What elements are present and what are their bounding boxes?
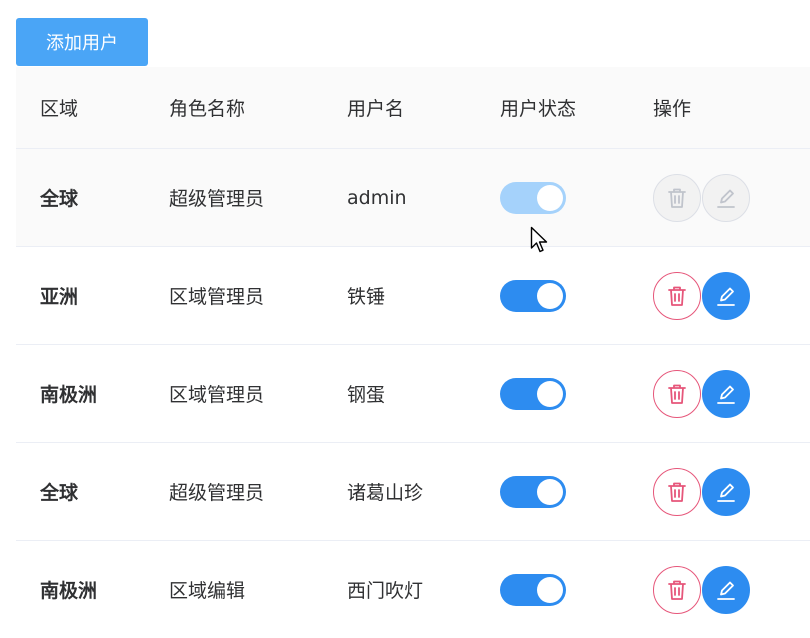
action-buttons xyxy=(653,369,750,418)
actions-cell xyxy=(653,443,750,540)
pencil-icon xyxy=(717,581,735,600)
table-header: 区域 角色名称 用户名 用户状态 操作 xyxy=(16,67,810,149)
column-header-role: 角色名称 xyxy=(169,98,246,120)
status-toggle[interactable] xyxy=(500,279,566,312)
region-cell: 全球 xyxy=(40,482,79,504)
region-cell: 南极洲 xyxy=(40,384,98,406)
pencil-icon xyxy=(717,385,735,404)
status-toggle[interactable] xyxy=(500,181,566,214)
trash-icon xyxy=(668,580,686,600)
delete-button[interactable] xyxy=(653,271,701,320)
status-toggle[interactable] xyxy=(500,377,566,410)
pencil-icon xyxy=(717,189,735,208)
role-cell: 区域编辑 xyxy=(169,580,246,602)
toggle-knob xyxy=(537,380,563,407)
region-cell: 亚洲 xyxy=(40,286,79,308)
trash-icon xyxy=(668,482,686,502)
status-cell xyxy=(500,541,566,638)
table-row: 南极洲 区域管理员 钢蛋 xyxy=(16,345,810,443)
pencil-icon xyxy=(717,483,735,502)
toggle-knob xyxy=(537,184,563,211)
delete-button[interactable] xyxy=(653,565,701,614)
table-row: 全球 超级管理员 admin xyxy=(16,149,810,247)
actions-cell xyxy=(653,541,750,638)
column-header-actions: 操作 xyxy=(653,98,692,120)
status-cell xyxy=(500,345,566,442)
region-cell: 全球 xyxy=(40,188,79,210)
column-header-status: 用户状态 xyxy=(500,98,577,120)
delete-button[interactable] xyxy=(653,173,701,222)
actions-cell xyxy=(653,345,750,442)
toggle-knob xyxy=(537,282,563,309)
trash-icon xyxy=(668,384,686,404)
trash-icon xyxy=(668,188,686,208)
edit-button[interactable] xyxy=(702,369,750,418)
action-buttons xyxy=(653,271,750,320)
role-cell: 区域管理员 xyxy=(169,384,265,406)
region-cell: 南极洲 xyxy=(40,580,98,602)
table-row: 亚洲 区域管理员 铁锤 xyxy=(16,247,810,345)
column-header-region: 区域 xyxy=(40,98,79,120)
mouse-pointer-icon xyxy=(530,226,548,253)
edit-button[interactable] xyxy=(702,467,750,516)
actions-cell xyxy=(653,247,750,344)
column-header-username: 用户名 xyxy=(347,98,405,120)
toggle-knob xyxy=(537,478,563,505)
delete-button[interactable] xyxy=(653,369,701,418)
username-cell: 诸葛山珍 xyxy=(347,482,424,504)
status-toggle[interactable] xyxy=(500,475,566,508)
edit-button[interactable] xyxy=(702,271,750,320)
role-cell: 超级管理员 xyxy=(169,482,265,504)
status-toggle[interactable] xyxy=(500,573,566,606)
user-table: 区域 角色名称 用户名 用户状态 操作 全球 超级管理员 admin 亚洲 区域… xyxy=(16,67,810,638)
toggle-knob xyxy=(537,576,563,603)
username-cell: 铁锤 xyxy=(347,286,386,308)
action-buttons xyxy=(653,467,750,516)
table-row: 全球 超级管理员 诸葛山珍 xyxy=(16,443,810,541)
username-cell: 西门吹灯 xyxy=(347,580,424,602)
table-row: 南极洲 区域编辑 西门吹灯 xyxy=(16,541,810,638)
delete-button[interactable] xyxy=(653,467,701,516)
status-cell xyxy=(500,443,566,540)
edit-button[interactable] xyxy=(702,173,750,222)
actions-cell xyxy=(653,149,750,246)
role-cell: 超级管理员 xyxy=(169,188,265,210)
action-buttons xyxy=(653,565,750,614)
edit-button[interactable] xyxy=(702,565,750,614)
role-cell: 区域管理员 xyxy=(169,286,265,308)
add-user-button[interactable]: 添加用户 xyxy=(16,18,148,66)
action-buttons xyxy=(653,173,750,222)
username-cell: admin xyxy=(347,186,407,209)
user-management-page: 添加用户 区域 角色名称 用户名 用户状态 操作 全球 超级管理员 admin xyxy=(0,0,810,638)
trash-icon xyxy=(668,286,686,306)
username-cell: 钢蛋 xyxy=(347,384,386,406)
status-cell xyxy=(500,247,566,344)
pencil-icon xyxy=(717,287,735,306)
